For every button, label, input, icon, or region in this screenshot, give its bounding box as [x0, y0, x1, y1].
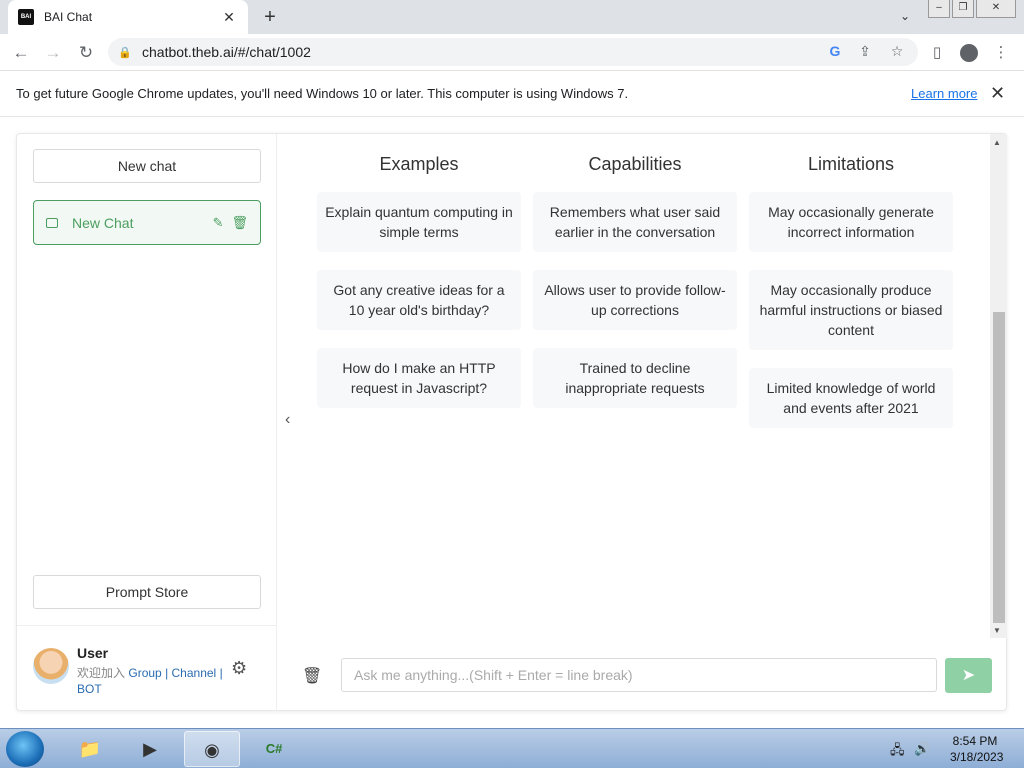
chat-item-label: New Chat [72, 214, 134, 231]
main-content: Examples Capabilities Limitations Explai… [278, 134, 992, 712]
window-close-button[interactable]: ✕ [976, 0, 1016, 18]
example-card[interactable]: Got any creative ideas for a 10 year old… [317, 270, 521, 330]
limitation-card: May occasionally produce harmful instruc… [749, 270, 953, 350]
clear-chat-trash-icon[interactable]: 🗑 [302, 666, 322, 686]
user-links: 欢迎加入 Group | Channel | BOT [77, 666, 223, 696]
minimize-button[interactable]: – [928, 0, 950, 18]
network-tray-icon[interactable]: 🖧 [890, 741, 905, 763]
limitation-card: Limited knowledge of world and events af… [749, 368, 953, 428]
tab-title: BAI Chat [44, 10, 93, 24]
bookmark-star-icon[interactable]: ☆ [888, 43, 906, 60]
lock-icon: 🔒 [118, 46, 132, 59]
reload-icon[interactable]: ↻ [73, 40, 99, 66]
delete-trash-icon[interactable]: 🗑 [231, 215, 248, 231]
close-tab-icon[interactable]: ✕ [220, 9, 238, 26]
capability-card: Trained to decline inappropriate request… [533, 348, 737, 408]
back-arrow-icon[interactable]: ← [8, 40, 34, 66]
user-area: User 欢迎加入 Group | Channel | BOT ⚙ [17, 625, 277, 712]
windows-taskbar: 📁 ▶ ◉ C# 🖧 🔊 8:54 PM 3/18/2023 [0, 728, 1024, 768]
example-card[interactable]: How do I make an HTTP request in Javascr… [317, 348, 521, 408]
infobar-message: To get future Google Chrome updates, you… [16, 86, 629, 101]
sidebar: New chat New Chat ✎ 🗑 Prompt Store User … [17, 134, 277, 712]
chat-input[interactable]: Ask me anything...(Shift + Enter = line … [341, 658, 937, 692]
join-text: 欢迎加入 [77, 666, 126, 680]
channel-link[interactable]: Channel [172, 666, 217, 680]
send-button[interactable]: ➤ [945, 658, 992, 693]
user-avatar [33, 648, 69, 684]
chat-list-item[interactable]: New Chat ✎ 🗑 [33, 200, 261, 245]
clock-time: 8:54 PM [952, 734, 998, 748]
menu-kebab-icon[interactable]: ⋮ [988, 40, 1014, 66]
new-chat-button[interactable]: New chat [33, 149, 261, 183]
capability-card: Allows user to provide follow-up correct… [533, 270, 737, 330]
profile-button[interactable] [956, 40, 982, 66]
file-explorer-icon[interactable]: 📁 [62, 731, 118, 767]
learn-more-link[interactable]: Learn more [911, 86, 977, 101]
side-panel-icon[interactable]: ▯ [924, 40, 950, 66]
scrollbar-thumb[interactable] [993, 312, 1005, 623]
bot-link[interactable]: BOT [77, 682, 102, 696]
bai-favicon-icon: BAI [18, 9, 34, 25]
forward-arrow-icon[interactable]: → [40, 40, 66, 66]
restore-button[interactable]: ❐ [952, 0, 974, 18]
column-title-capabilities: Capabilities [588, 154, 682, 174]
settings-gear-icon[interactable]: ⚙ [231, 658, 247, 679]
tab-strip: BAI BAI Chat ✕ + ⌄ – ❐ ✕ [0, 0, 1024, 34]
browser-toolbar: ← → ↻ 🔒 chatbot.theb.ai/#/chat/1002 G ⇪ … [0, 34, 1024, 71]
volume-tray-icon[interactable]: 🔊 [914, 741, 930, 757]
clock-date: 3/18/2023 [950, 750, 1004, 764]
user-name: User [77, 645, 109, 661]
prompt-store-button[interactable]: Prompt Store [33, 575, 261, 609]
browser-tab[interactable]: BAI BAI Chat ✕ [8, 0, 248, 34]
chat-app: New chat New Chat ✎ 🗑 Prompt Store User … [16, 133, 1007, 712]
address-bar[interactable]: 🔒 chatbot.theb.ai/#/chat/1002 G ⇪ ☆ [108, 38, 918, 66]
start-button[interactable] [6, 731, 44, 767]
media-player-icon[interactable]: ▶ [122, 731, 178, 767]
url-text: chatbot.theb.ai/#/chat/1002 [142, 44, 311, 60]
csharp-app-icon[interactable]: C# [246, 731, 302, 767]
group-link[interactable]: Group [128, 666, 161, 680]
edit-pencil-icon[interactable]: ✎ [213, 215, 224, 231]
google-lens-icon[interactable]: G [826, 43, 844, 59]
example-card[interactable]: Explain quantum computing in simple term… [317, 192, 521, 252]
scroll-up-arrow-icon[interactable]: ▲ [993, 138, 1001, 147]
system-clock[interactable]: 8:54 PM 3/18/2023 [950, 733, 1004, 765]
limitation-card: May occasionally generate incorrect info… [749, 192, 953, 252]
profile-avatar-icon [960, 44, 978, 62]
scroll-down-arrow-icon[interactable]: ▼ [993, 626, 1001, 635]
tab-search-chevron-icon[interactable]: ⌄ [895, 6, 915, 26]
chrome-taskbar-icon[interactable]: ◉ [184, 731, 240, 767]
chat-bubble-icon [46, 217, 58, 228]
update-infobar: To get future Google Chrome updates, you… [0, 71, 1024, 117]
share-icon[interactable]: ⇪ [856, 43, 874, 60]
new-tab-button[interactable]: + [258, 5, 282, 29]
column-title-examples: Examples [379, 154, 459, 174]
infobar-close-icon[interactable]: ✕ [990, 83, 1005, 104]
send-arrow-icon: ➤ [961, 667, 976, 684]
capability-card: Remembers what user said earlier in the … [533, 192, 737, 252]
column-title-limitations: Limitations [807, 154, 895, 174]
